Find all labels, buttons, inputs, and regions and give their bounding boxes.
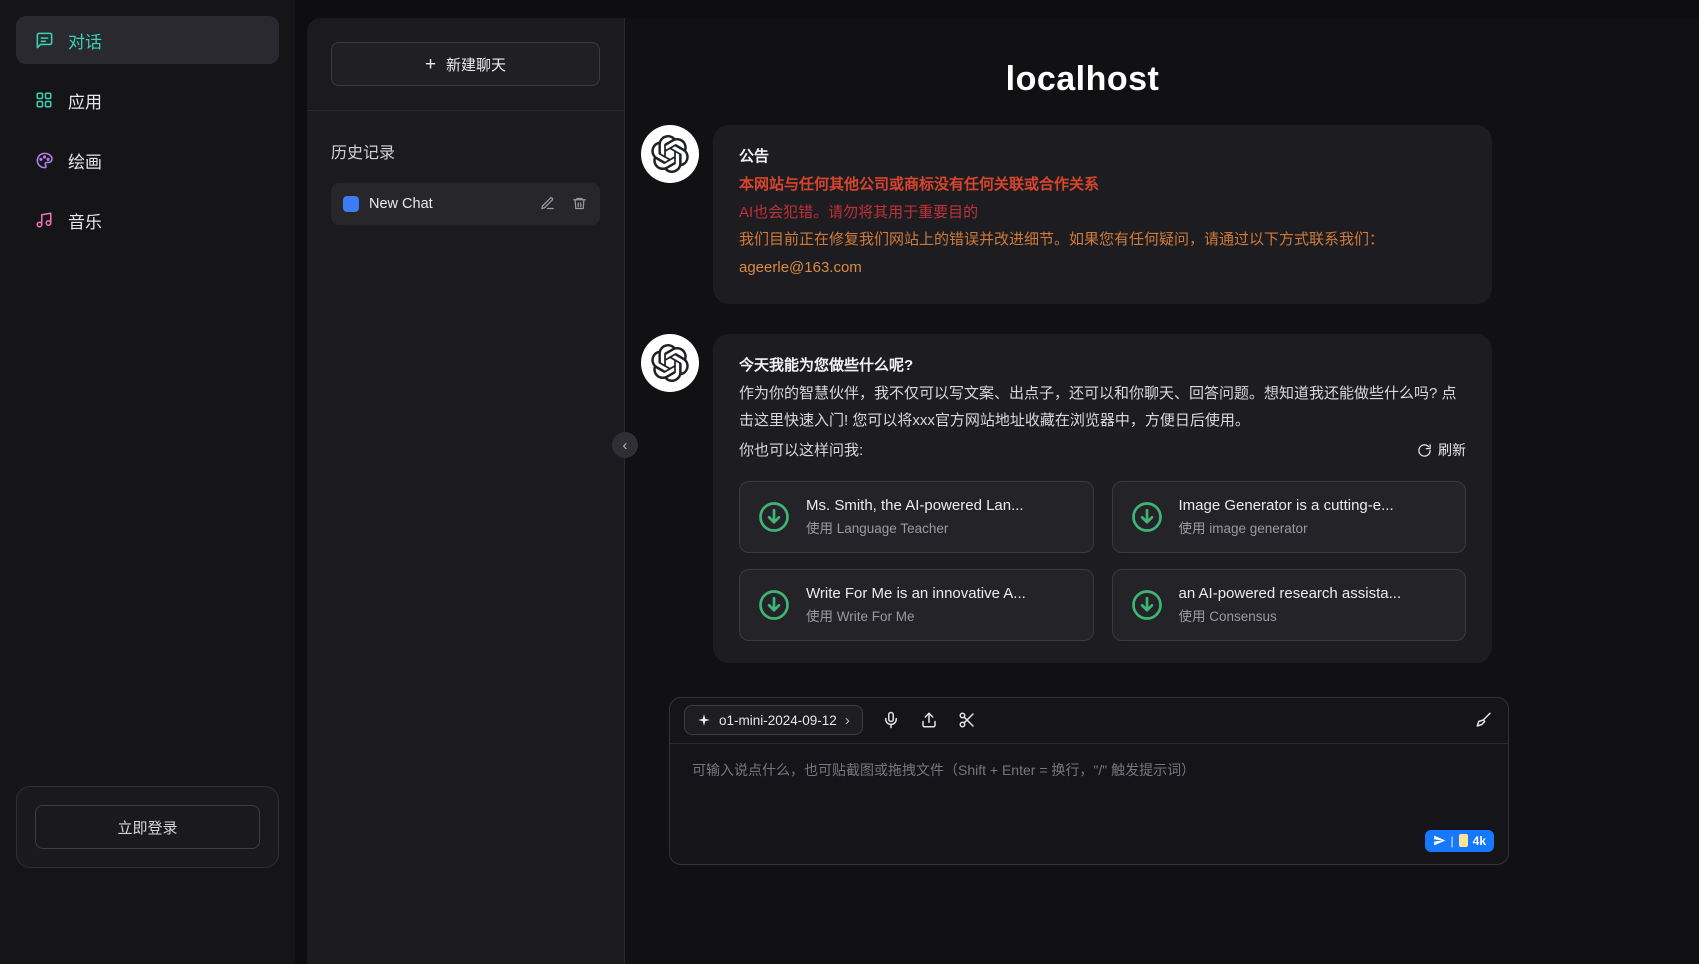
download-circle-icon (1129, 499, 1165, 535)
hint-row: 你也可以这样问我: 刷新 (739, 437, 1466, 465)
suggestion-card[interactable]: an AI-powered research assista... 使用 Con… (1112, 569, 1467, 641)
sidebar-collapse-button[interactable]: ‹ (612, 432, 638, 458)
sidebar-item-drawing[interactable]: 绘画 (16, 136, 279, 184)
announcement-bubble: 公告 本网站与任何其他公司或商标没有任何关联或合作关系 AI也会犯错。请勿将其用… (713, 125, 1492, 304)
sidebar-item-label: 绘画 (68, 148, 102, 173)
refresh-label: 刷新 (1438, 438, 1466, 464)
download-circle-icon (756, 587, 792, 623)
list-divider (307, 110, 624, 111)
suggestion-subtitle: 使用 Consensus (1179, 608, 1402, 626)
suggestion-text: Image Generator is a cutting-e... 使用 ima… (1179, 496, 1394, 538)
ask-hint: 你也可以这样问我: (739, 437, 863, 465)
suggestion-text: Ms. Smith, the AI-powered Lan... 使用 Lang… (806, 496, 1024, 538)
sidebar-item-music[interactable]: 音乐 (16, 196, 279, 244)
broom-icon (1475, 711, 1493, 729)
suggestion-card[interactable]: Write For Me is an innovative A... 使用 Wr… (739, 569, 1094, 641)
welcome-bubble: 今天我能为您做些什么呢? 作为你的智慧伙伴，我不仅可以写文案、出点子，还可以和你… (713, 334, 1492, 663)
sidebar-item-apps[interactable]: 应用 (16, 76, 279, 124)
refresh-button[interactable]: 刷新 (1417, 438, 1466, 464)
chat-main: localhost 公告 本网站与任何其他公司或商标没有任何关联或合作关系 AI… (625, 18, 1699, 964)
welcome-body: 作为你的智慧伙伴，我不仅可以写文案、出点子，还可以和你聊天、回答问题。想知道我还… (739, 380, 1466, 436)
sidebar-item-label: 应用 (68, 88, 102, 113)
upload-icon (920, 711, 938, 729)
openai-logo-icon (651, 135, 689, 173)
page-title: localhost (625, 60, 1540, 99)
chat-avatar-square (343, 196, 359, 212)
send-icon (1433, 834, 1446, 847)
suggestion-text: Write For Me is an innovative A... 使用 Wr… (806, 584, 1026, 626)
send-token-badge[interactable]: | 4k (1425, 830, 1494, 852)
plus-icon: + (425, 55, 436, 74)
contact-email-link[interactable]: ageerle@163.com (739, 254, 862, 282)
screenshot-button[interactable] (957, 710, 977, 730)
announcement-line2: AI也会犯错。请勿将其用于重要目的 (739, 199, 1466, 227)
chat-list-panel: + 新建聊天 历史记录 New Chat (307, 18, 625, 964)
suggestion-title: Ms. Smith, the AI-powered Lan... (806, 496, 1024, 516)
composer-toolbar: o1-mini-2024-09-12 › (670, 698, 1508, 744)
announcement-line3: 我们目前正在修复我们网站上的错误并改进细节。如果您有任何疑问，请通过以下方式联系… (739, 226, 1466, 254)
download-circle-icon (1129, 587, 1165, 623)
collapse-icon: ‹ (623, 437, 628, 454)
edit-icon[interactable] (540, 196, 556, 212)
composer-input-area: | 4k (670, 744, 1508, 864)
suggestion-title: an AI-powered research assista... (1179, 584, 1402, 604)
chat-list-item[interactable]: New Chat (331, 183, 600, 225)
palette-icon (34, 150, 54, 170)
suggestion-title: Write For Me is an innovative A... (806, 584, 1026, 604)
scissors-icon (958, 711, 976, 729)
sidebar: 对话 应用 绘画 音乐 立即登录 (0, 0, 295, 964)
token-count: 4k (1473, 834, 1486, 848)
workspace: + 新建聊天 历史记录 New Chat ‹ localhost (307, 18, 1699, 964)
announcement-message: 公告 本网站与任何其他公司或商标没有任何关联或合作关系 AI也会犯错。请勿将其用… (625, 125, 1540, 304)
message-input[interactable] (670, 744, 1508, 864)
chevron-right-icon: › (845, 712, 850, 729)
new-chat-button[interactable]: + 新建聊天 (331, 42, 600, 86)
sparkle-icon (697, 713, 711, 727)
badge-divider: | (1451, 834, 1454, 848)
clear-context-button[interactable] (1474, 710, 1494, 730)
suggestion-subtitle: 使用 Write For Me (806, 608, 1026, 626)
announcement-line1: 本网站与任何其他公司或商标没有任何关联或合作关系 (739, 171, 1466, 199)
announcement-title: 公告 (739, 143, 1466, 171)
suggestion-title: Image Generator is a cutting-e... (1179, 496, 1394, 516)
download-circle-icon (756, 499, 792, 535)
upload-button[interactable] (919, 710, 939, 730)
assistant-avatar (641, 125, 699, 183)
composer: o1-mini-2024-09-12 › (669, 697, 1509, 865)
refresh-icon (1417, 443, 1432, 458)
suggestion-card[interactable]: Image Generator is a cutting-e... 使用 ima… (1112, 481, 1467, 553)
openai-logo-icon (651, 344, 689, 382)
chat-scroll-area: localhost 公告 本网站与任何其他公司或商标没有任何关联或合作关系 AI… (625, 18, 1540, 693)
assistant-avatar (641, 334, 699, 392)
sidebar-nav: 对话 应用 绘画 音乐 (16, 16, 279, 786)
token-icon (1459, 834, 1468, 847)
login-button[interactable]: 立即登录 (35, 805, 260, 849)
welcome-message: 今天我能为您做些什么呢? 作为你的智慧伙伴，我不仅可以写文案、出点子，还可以和你… (625, 334, 1540, 663)
suggestion-subtitle: 使用 Language Teacher (806, 520, 1024, 538)
suggestion-subtitle: 使用 image generator (1179, 520, 1394, 538)
suggestion-card[interactable]: Ms. Smith, the AI-powered Lan... 使用 Lang… (739, 481, 1094, 553)
sidebar-item-label: 音乐 (68, 208, 102, 233)
chat-item-title: New Chat (369, 196, 524, 212)
sidebar-item-label: 对话 (68, 28, 102, 53)
delete-icon[interactable] (572, 196, 588, 212)
apps-grid-icon (34, 90, 54, 110)
login-panel: 立即登录 (16, 786, 279, 868)
suggestion-grid: Ms. Smith, the AI-powered Lan... 使用 Lang… (739, 481, 1466, 641)
model-name: o1-mini-2024-09-12 (719, 713, 837, 728)
sidebar-item-chat[interactable]: 对话 (16, 16, 279, 64)
new-chat-label: 新建聊天 (446, 54, 506, 75)
welcome-title: 今天我能为您做些什么呢? (739, 352, 1466, 380)
mic-button[interactable] (881, 710, 901, 730)
history-heading: 历史记录 (331, 139, 600, 163)
chat-bubble-icon (34, 30, 54, 50)
suggestion-text: an AI-powered research assista... 使用 Con… (1179, 584, 1402, 626)
model-selector[interactable]: o1-mini-2024-09-12 › (684, 705, 863, 735)
music-note-icon (34, 210, 54, 230)
mic-icon (882, 711, 900, 729)
